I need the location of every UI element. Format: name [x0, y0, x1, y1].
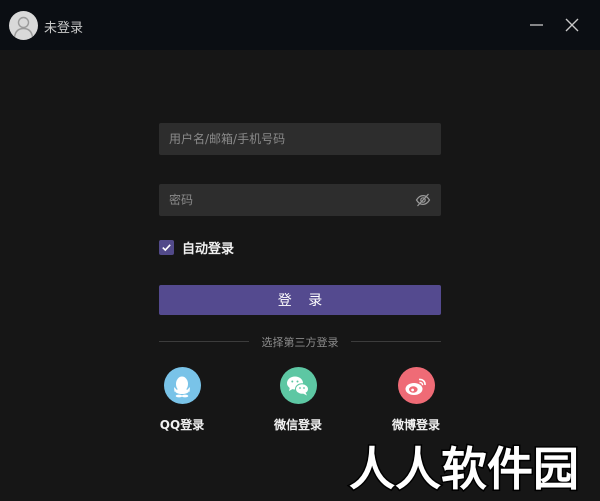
title-bar: 未登录 — [0, 0, 600, 50]
watermark-text: 人人软件园 — [349, 442, 579, 496]
password-input[interactable] — [159, 184, 441, 216]
eye-slash-icon[interactable] — [415, 192, 431, 208]
auto-login-checkbox[interactable] — [159, 239, 174, 255]
weibo-login-button[interactable]: 微博登录 — [381, 367, 451, 433]
checkmark-icon — [162, 243, 171, 251]
wechat-login-label[interactable]: 微信登录 — [263, 416, 333, 433]
auto-login-label[interactable]: 自动登录 — [182, 238, 234, 257]
qq-login-button[interactable]: QQ登录 — [147, 367, 217, 433]
username-input[interactable] — [159, 123, 441, 155]
third-party-divider: 选择第三方登录 — [159, 333, 441, 349]
weibo-login-label[interactable]: 微博登录 — [381, 416, 451, 433]
login-status-text[interactable]: 未登录 — [44, 17, 83, 36]
third-party-label: 选择第三方登录 — [261, 336, 339, 349]
username-field-wrapper — [159, 123, 441, 155]
weibo-icon[interactable] — [397, 367, 435, 404]
site-watermark: 人人软件园 — [348, 441, 581, 497]
qq-login-label[interactable]: QQ登录 — [147, 416, 217, 433]
close-icon[interactable] — [562, 15, 582, 35]
auto-login-option[interactable]: 自动登录 — [159, 238, 234, 257]
qq-icon[interactable] — [163, 367, 201, 404]
wechat-icon[interactable] — [279, 367, 317, 404]
password-field-wrapper — [159, 184, 441, 216]
wechat-login-button[interactable]: 微信登录 — [263, 367, 333, 433]
divider-line-right — [351, 341, 441, 342]
avatar-icon[interactable] — [9, 11, 38, 40]
minimize-icon[interactable] — [527, 15, 547, 35]
login-button[interactable]: 登 录 — [159, 285, 441, 315]
